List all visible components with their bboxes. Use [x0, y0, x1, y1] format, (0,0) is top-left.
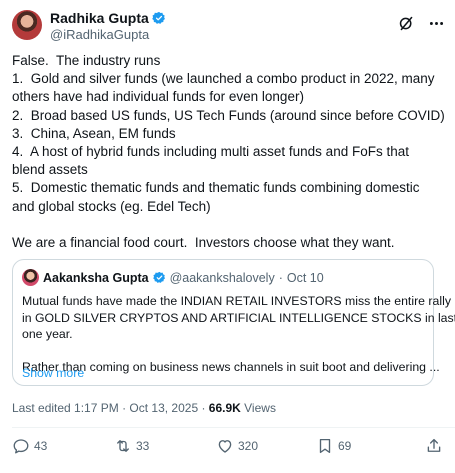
tweet-line: False. The industry runs — [12, 53, 161, 68]
quoted-line: one year. — [22, 327, 73, 341]
edited-meta: Last edited 1:17 PM · Oct 13, 2025 · 66.… — [12, 401, 276, 415]
repost-count: 33 — [136, 439, 150, 453]
meta-separator: · — [278, 270, 283, 285]
tweet-line: others have had individual funds for eve… — [12, 89, 304, 105]
show-more-link[interactable]: Show more — [22, 366, 84, 380]
tweet-line: We are a financial food court. Investors… — [12, 235, 395, 251]
tweet-line: 2. Broad based US funds, US Tech Funds (… — [12, 107, 445, 123]
header-actions — [397, 14, 445, 32]
quoted-author-name: Aakanksha Gupta — [43, 270, 149, 285]
quoted-author-handle: @aakankshalovely — [169, 270, 275, 285]
author-avatar[interactable] — [12, 10, 42, 40]
quoted-tweet-header: Aakanksha Gupta @aakankshalovely · Oct 1… — [22, 269, 324, 286]
share-button[interactable] — [425, 437, 443, 455]
quoted-tweet-text: Mutual funds have made the INDIAN RETAIL… — [22, 293, 455, 376]
bookmark-button[interactable]: 69 — [316, 437, 351, 455]
quoted-line: in GOLD SILVER CRYPTOS AND ARTIFICIAL IN… — [22, 310, 455, 325]
tweet-line: 4. A host of hybrid funds including mult… — [12, 144, 409, 160]
reply-count: 43 — [34, 439, 48, 453]
reply-icon — [13, 439, 29, 454]
verified-badge-icon — [152, 271, 165, 283]
more-icon[interactable] — [427, 14, 445, 32]
author-name[interactable]: Radhika Gupta — [50, 10, 149, 26]
tweet-line: 3. China, Asean, EM funds — [12, 125, 176, 141]
tweet-line: and global stocks (eg. Edel Tech) — [12, 198, 211, 214]
reply-button[interactable]: 43 — [12, 437, 47, 455]
author-name-row: Radhika Gupta — [50, 10, 166, 26]
quoted-tweet[interactable]: Aakanksha Gupta @aakankshalovely · Oct 1… — [12, 259, 455, 386]
tweet-header: Radhika Gupta @iRadhikaGupta — [12, 8, 445, 44]
repost-button[interactable]: 33 — [114, 437, 149, 455]
quoted-author-avatar — [22, 269, 39, 286]
divider — [12, 427, 455, 428]
grok-icon[interactable] — [397, 14, 415, 32]
edited-timestamp[interactable]: Last edited 1:17 PM · Oct 13, 2025 · — [12, 401, 209, 415]
tweet-text: False. The industry runs 1. Gold and sil… — [12, 52, 445, 252]
tweet-line: 5. Domestic thematic funds and thematic … — [12, 180, 420, 196]
like-count: 320 — [238, 439, 259, 453]
repost-icon — [117, 440, 129, 452]
action-bar: 43 33 320 69 — [12, 437, 443, 457]
tweet-line: blend assets — [12, 162, 88, 178]
heart-icon — [218, 440, 232, 453]
author-handle[interactable]: @iRadhikaGupta — [50, 27, 149, 42]
tweet-line: 1. Gold and silver funds (we launched a … — [12, 71, 435, 87]
quoted-line: Mutual funds have made the INDIAN RETAIL… — [22, 294, 451, 308]
share-icon — [427, 438, 441, 452]
quoted-date: Oct 10 — [286, 270, 324, 285]
views-count: 66.9K — [208, 401, 241, 415]
bookmark-count: 69 — [338, 439, 352, 453]
like-button[interactable]: 320 — [216, 437, 258, 455]
views-label: Views — [240, 401, 276, 415]
verified-badge-icon — [152, 11, 165, 24]
bookmark-icon — [319, 438, 331, 454]
